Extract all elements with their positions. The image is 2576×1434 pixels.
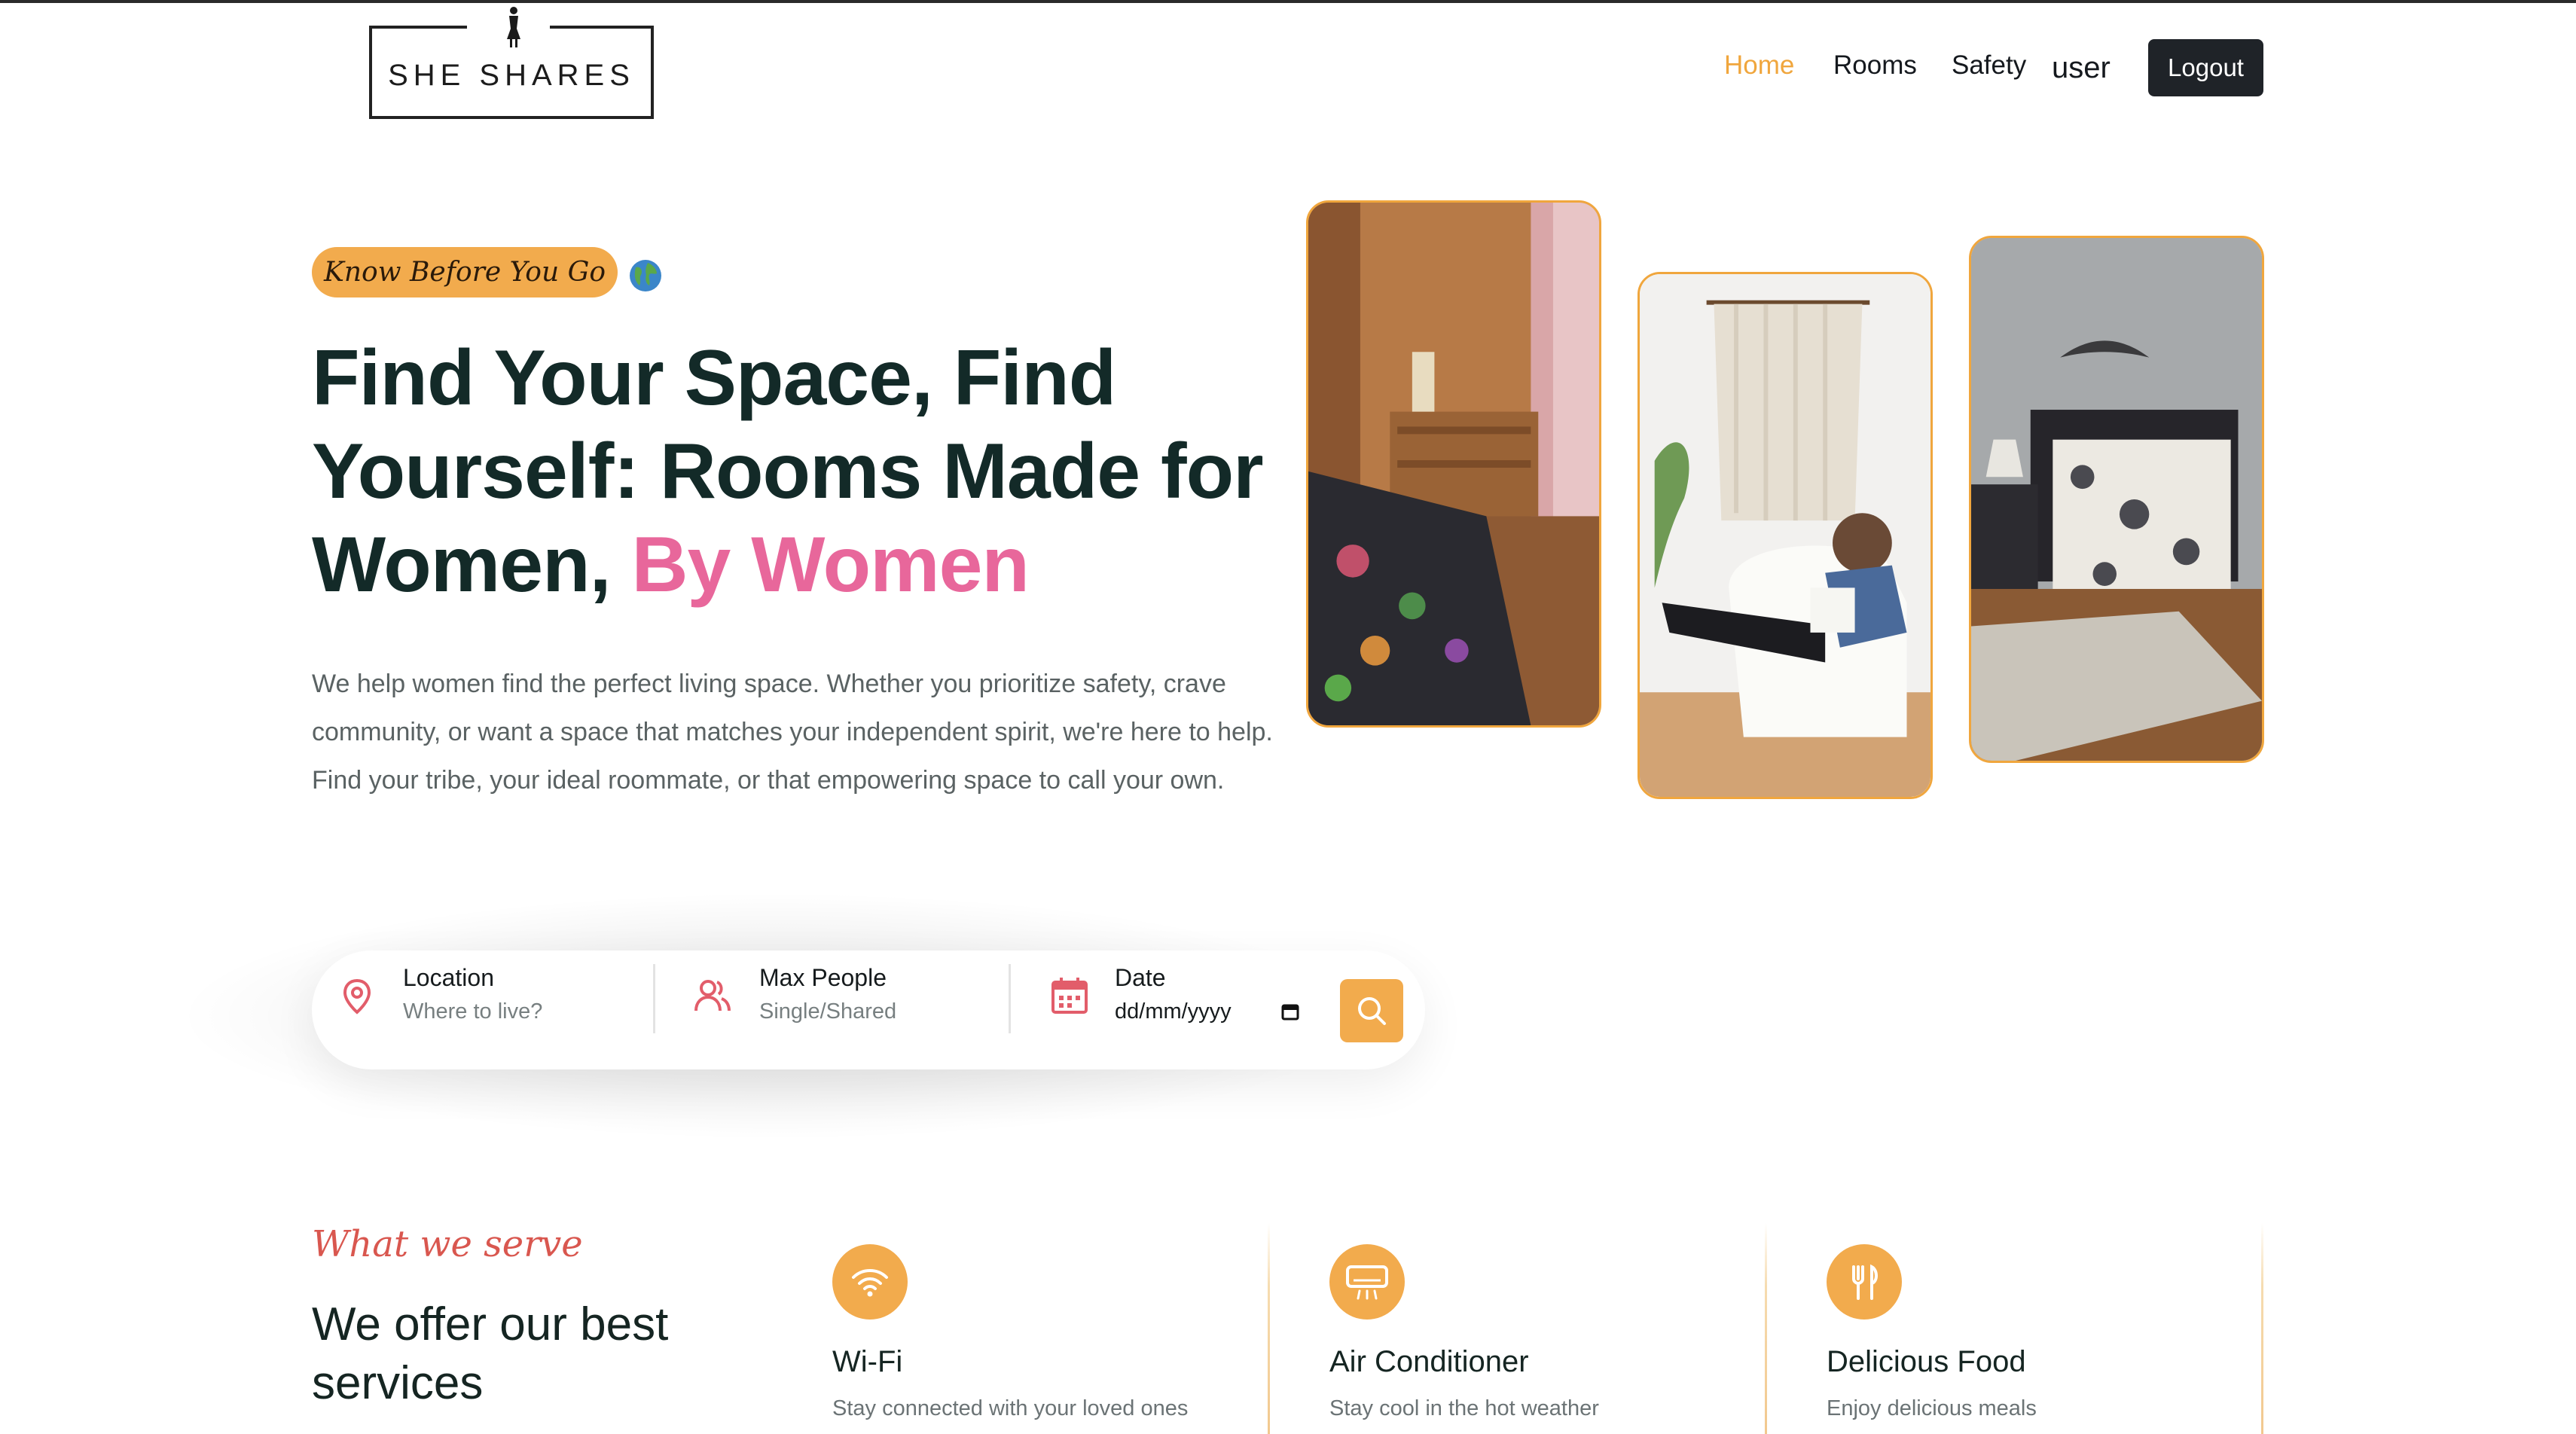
service-divider <box>1268 1223 1270 1434</box>
woman-silhouette-icon <box>507 7 520 47</box>
services-eyebrow: What we serve <box>312 1223 583 1265</box>
logo-text: SHE SHARES <box>388 59 635 92</box>
service-title-food: Delicious Food <box>1827 1345 2026 1378</box>
headline-highlight: By Women <box>631 521 1029 609</box>
max-people-label: Max People <box>759 964 887 991</box>
users-icon <box>694 980 731 1011</box>
nav-rooms[interactable]: Rooms <box>1833 50 1917 81</box>
hero-description: We help women find the perfect living sp… <box>312 670 1273 795</box>
room-photo-1 <box>1306 200 1601 728</box>
search-divider <box>653 964 655 1033</box>
nav-home[interactable]: Home <box>1724 50 1794 81</box>
user-name[interactable]: user <box>2052 51 2111 85</box>
room-photo-3 <box>1969 236 2264 763</box>
service-divider <box>1765 1223 1767 1434</box>
date-label: Date <box>1115 964 1166 991</box>
service-desc-ac: Stay cool in the hot weather <box>1329 1396 1599 1420</box>
search-icon <box>1358 997 1386 1025</box>
service-divider <box>2261 1223 2263 1434</box>
location-label: Location <box>403 964 494 991</box>
search-divider <box>1009 964 1011 1033</box>
service-desc-food: Enjoy delicious meals <box>1827 1396 2037 1420</box>
location-input[interactable]: Where to live? <box>403 999 542 1024</box>
service-title-wifi: Wi-Fi <box>832 1345 903 1378</box>
room-photo-2 <box>1637 272 1933 799</box>
date-picker-icon[interactable] <box>1280 1002 1300 1021</box>
hero-headline: Find Your Space, Find Yourself: Rooms Ma… <box>312 331 1291 612</box>
location-pin-icon <box>343 978 371 1014</box>
air-conditioner-icon <box>1329 1244 1405 1320</box>
service-desc-wifi: Stay connected with your loved ones <box>832 1396 1189 1420</box>
globe-icon <box>630 260 661 291</box>
services-title: We offer our best services <box>312 1298 669 1409</box>
service-title-ac: Air Conditioner <box>1329 1345 1529 1378</box>
max-people-input[interactable]: Single/Shared <box>759 999 896 1024</box>
fork-knife-icon <box>1827 1244 1902 1320</box>
date-input[interactable]: dd/mm/yyyy <box>1115 999 1232 1024</box>
search-button[interactable] <box>1340 979 1403 1042</box>
wifi-icon <box>832 1244 908 1320</box>
logout-button[interactable]: Logout <box>2148 39 2263 96</box>
calendar-icon <box>1051 978 1088 1014</box>
tagline-badge: Know Before You Go <box>312 247 618 297</box>
nav-safety[interactable]: Safety <box>1952 50 2026 81</box>
